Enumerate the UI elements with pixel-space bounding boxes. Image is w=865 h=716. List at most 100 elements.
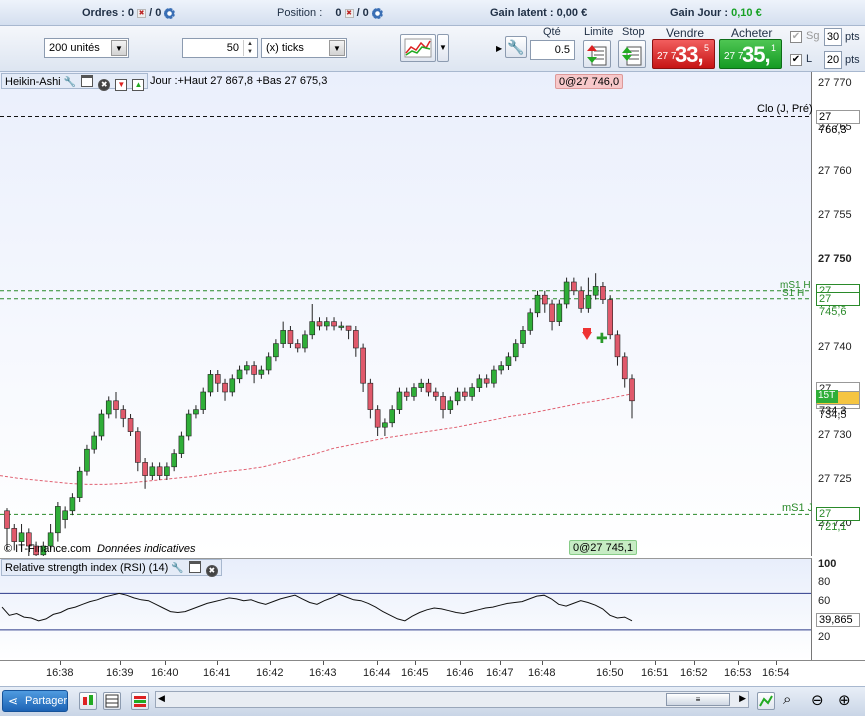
sell-button[interactable]: 27 7 33, 5 [652,39,715,69]
qte-input[interactable]: 0.5 [530,40,575,60]
candle-body [193,409,199,415]
scroll-left-icon[interactable]: ◀ [158,693,165,704]
order-book-icon[interactable] [131,692,149,710]
candle-body [323,321,330,327]
time-tick-label: 16:38 [46,667,74,679]
quantity-select[interactable]: 200 unités ▼ [44,38,129,58]
zoom-out-icon[interactable]: ⊖ [811,691,824,709]
candle-body [105,400,112,415]
orders-label: Ordres : [82,7,125,19]
rsi-tick-label: 100 [818,558,837,570]
price-axis[interactable]: 27 77027 76527 76027 75527 75027 74527 7… [812,72,865,660]
indicator-name[interactable]: Heikin-Ashi [5,76,61,88]
time-tick-mark [270,661,271,665]
zoom-in-icon[interactable]: ⊕ [838,691,851,709]
s1h-level-label: S1 H [782,288,805,299]
table-tool-icon[interactable] [103,692,121,710]
limit-order-button[interactable] [583,40,611,68]
chevron-down-icon[interactable]: ▼ [329,40,345,56]
scroll-right-icon[interactable]: ▶ [739,693,746,704]
candles-tool-icon[interactable] [79,692,97,710]
cancel-orders-icon[interactable]: ✖ [137,8,147,18]
sell-price-fraction: 5 [704,43,710,53]
l-checkbox[interactable]: ✔ [790,54,802,66]
l-points-input[interactable]: 20 [824,51,842,69]
l-label: L [806,53,813,65]
move-down-icon[interactable]: ▼ [115,79,128,91]
close-icon[interactable]: ✖ [98,79,111,91]
time-tick-label: 16:45 [401,667,429,679]
wrench-icon[interactable]: 🔧 [171,563,183,574]
gain-jour-label: Gain Jour : [670,7,729,19]
zoom-fit-icon[interactable]: ⌕ [783,691,791,708]
candle-body [316,321,323,327]
candle-body [236,369,243,380]
l-pts-label: pts [845,54,860,66]
orders-settings-icon[interactable] [164,7,176,19]
close-position-icon[interactable]: ✖ [344,8,354,18]
candle-body [447,400,454,410]
candle-body [345,325,352,331]
sg-checkbox[interactable]: ✔ [790,31,802,43]
ticks-unit-select[interactable]: (x) ticks ▼ [261,38,347,58]
candle-body [11,528,18,542]
candle-body [614,334,621,358]
candle-body [178,435,185,454]
candle-body [403,391,410,397]
rsi-title[interactable]: Relative strength index (RSI) (14) [5,562,168,574]
ticks-stepper[interactable]: 50 ▲ ▼ [182,38,258,58]
candle-body [294,343,301,349]
position-label: Position : [277,7,323,19]
candle-body [629,378,635,402]
candle-body [55,506,61,534]
time-tick-label: 16:46 [446,667,474,679]
time-tick-label: 16:47 [486,667,514,679]
share-button[interactable]: ⋖ Partager [2,690,68,712]
top-order-tag[interactable]: 0@27 746,0 [555,74,624,89]
share-icon: ⋖ [8,694,19,708]
candle-body [374,409,381,428]
sg-points-input[interactable]: 30 [824,28,842,46]
orders-total: / 0 [149,7,162,19]
gain-latent-label: Gain latent : [490,7,554,19]
wrench-icon[interactable]: 🔧 [64,77,76,88]
chart-type-button[interactable] [400,34,436,62]
close-icon[interactable]: ✖ [205,565,218,577]
buy-price-main: 35, [742,42,771,67]
stop-order-button[interactable] [618,40,646,68]
scrollbar-thumb[interactable]: ≡ [666,693,730,706]
draw-tool-icon[interactable] [757,692,775,710]
price-chart-canvas[interactable]: ✚ [0,72,811,568]
maximize-icon[interactable] [188,561,201,573]
candle-body [84,448,90,472]
position-settings-icon[interactable] [371,7,383,19]
timeframe-tag: 15T [816,390,838,404]
time-tick-mark [776,661,777,665]
candle-body [418,382,425,388]
account-summary-bar: Ordres : 0 ✖ / 0 Position : 0 ✖ / 0 Gain… [0,0,865,26]
candle-body [62,510,68,520]
candle-body [214,374,221,384]
position-summary: Position : 0 ✖ / 0 [277,7,383,19]
candle-body [113,400,119,410]
sell-signal-arrow-icon [582,332,592,340]
collapse-arrow-icon[interactable]: ▶ [496,44,502,53]
buy-signal-cross-icon: ✚ [596,331,608,347]
time-tick-mark [655,661,656,665]
time-tick-label: 16:42 [256,667,284,679]
candle-body [498,365,504,371]
time-scrollbar[interactable]: ◀ ≡ ▶ [155,691,749,708]
buy-button[interactable]: 27 7 35, 1 [719,39,782,69]
close-level-label: Clo (J, Pré) [757,103,813,115]
time-axis[interactable]: 16:38 16:39 16:40 16:41 16:42 16:43 16:44 16:45… [0,660,865,686]
bottom-order-tag[interactable]: 0@27 745,1 [569,540,638,555]
candle-body [149,466,156,476]
maximize-icon[interactable] [81,75,94,87]
wrench-icon[interactable]: 🔧 [505,36,527,58]
candle-body [491,369,497,384]
chevron-down-icon[interactable]: ▼ [111,40,127,56]
price-chart[interactable]: ✚ [0,72,812,568]
spinner-arrows-icon[interactable]: ▲ ▼ [243,40,256,56]
move-up-icon[interactable]: ▲ [132,79,145,91]
chart-type-dropdown[interactable]: ▼ [437,34,449,62]
